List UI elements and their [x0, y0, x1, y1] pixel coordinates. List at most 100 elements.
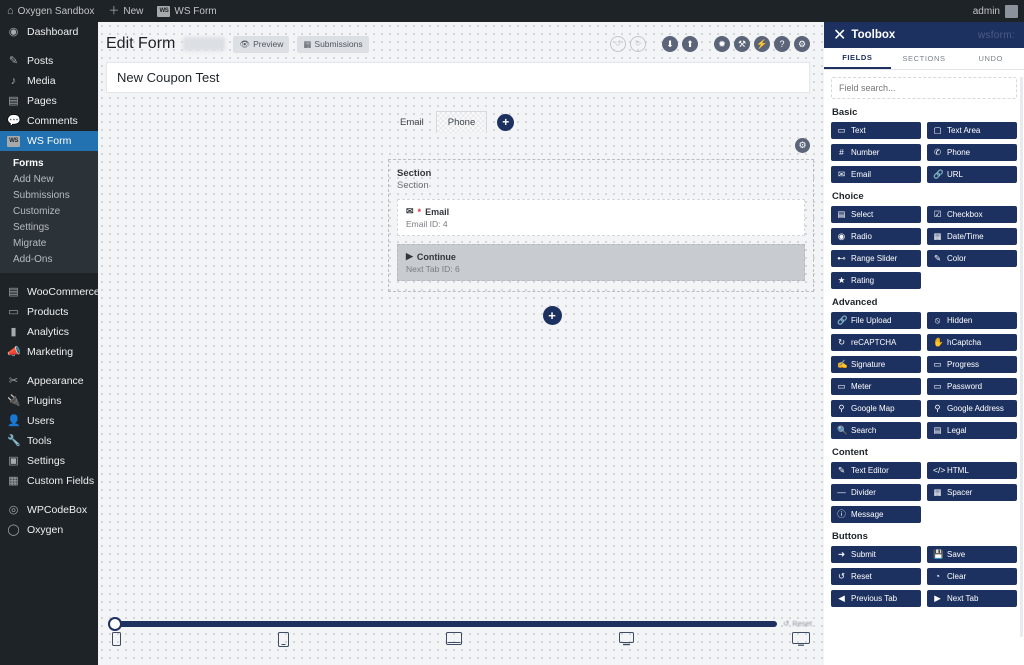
slider-handle[interactable]: [108, 616, 122, 631]
toolbox-field-google-map[interactable]: ⚲ Google Map: [831, 400, 921, 417]
device-desktop-icon[interactable]: [792, 632, 810, 650]
breakpoint-slider[interactable]: [108, 616, 778, 631]
sidebar-item-woocommerce[interactable]: ▤ WooCommerce: [0, 282, 98, 302]
toolbox-scrollbar[interactable]: [1020, 77, 1023, 637]
wp-admin-sidebar[interactable]: ◉ Dashboard ✎ Posts ♪ Media ▤ Pages 💬 Co…: [0, 22, 98, 665]
sidebar-item-users[interactable]: 👤 Users: [0, 411, 98, 431]
form-field-email[interactable]: ✉ * Email Email ID: 4: [397, 199, 805, 236]
sidebar-item-analytics[interactable]: ▮ Analytics: [0, 322, 98, 342]
sidebar-subitem-settings[interactable]: Settings: [0, 219, 98, 235]
toolbox-field-reset[interactable]: ↺ Reset: [831, 568, 921, 585]
submissions-button[interactable]: ▦ Submissions: [297, 35, 369, 53]
undo-icon[interactable]: ↺: [610, 36, 626, 52]
adminbar-new-content[interactable]: ＋ New: [101, 0, 150, 22]
tab-settings-gear-icon[interactable]: ⚙: [795, 138, 810, 153]
toolbox-tab-fields[interactable]: FIELDS: [824, 48, 891, 69]
export-icon[interactable]: ⬆: [682, 36, 698, 52]
sidebar-subitem-forms[interactable]: Forms: [0, 155, 98, 171]
form-title-field[interactable]: New Coupon Test: [106, 62, 810, 93]
toolbox-field-spacer[interactable]: ▦ Spacer: [927, 484, 1017, 501]
sidebar-item-posts[interactable]: ✎ Posts: [0, 51, 98, 71]
toolbox-field-message[interactable]: ⓘ Message: [831, 506, 921, 523]
form-tab-phone[interactable]: Phone: [435, 111, 488, 133]
sidebar-item-pages[interactable]: ▤ Pages: [0, 91, 98, 111]
redo-icon[interactable]: ↻: [630, 36, 646, 52]
toolbox-field-color[interactable]: ✎ Color: [927, 250, 1017, 267]
device-mobile-icon[interactable]: [112, 632, 121, 650]
form-field-continue[interactable]: ▶ Continue Next Tab ID: 6: [397, 244, 805, 281]
sidebar-subitem-add-ons[interactable]: Add-Ons: [0, 251, 98, 267]
preview-button[interactable]: 👁 Preview: [233, 35, 290, 53]
conditional-logic-icon[interactable]: ⚡: [754, 36, 770, 52]
toolbox-tab-sections[interactable]: SECTIONS: [891, 48, 958, 69]
toolbox-field-text-editor[interactable]: ✎ Text Editor: [831, 462, 921, 479]
toolbox-field-file-upload[interactable]: 🔗 File Upload: [831, 312, 921, 329]
device-mobile-large-icon[interactable]: [277, 632, 289, 651]
import-icon[interactable]: ⬇: [662, 36, 678, 52]
sidebar-item-comments[interactable]: 💬 Comments: [0, 111, 98, 131]
toolbox-field-previous-tab[interactable]: ◀ Previous Tab: [831, 590, 921, 607]
toolbox-field-hcaptcha[interactable]: ✋ hCaptcha: [927, 334, 1017, 351]
actions-icon[interactable]: ✹: [714, 36, 730, 52]
toolbox-field-radio[interactable]: ◉ Radio: [831, 228, 921, 245]
form-settings-icon[interactable]: ⚙: [794, 36, 810, 52]
add-tab-button[interactable]: +: [497, 113, 515, 131]
toolbox-field-legal[interactable]: ▤ Legal: [927, 422, 1017, 439]
toolbox-field-next-tab[interactable]: ▶ Next Tab: [927, 590, 1017, 607]
sidebar-item-media[interactable]: ♪ Media: [0, 71, 98, 91]
form-section[interactable]: Section Section ✉ * Email Email ID: 4 ▶ …: [388, 159, 814, 292]
field-search-input[interactable]: [831, 77, 1017, 99]
toolbox-field-save[interactable]: 💾 Save: [927, 546, 1017, 563]
adminbar-account[interactable]: admin: [973, 4, 1024, 18]
toolbox-field-google-address[interactable]: ⚲ Google Address: [927, 400, 1017, 417]
toolbox-tab-undo[interactable]: UNDO: [957, 48, 1024, 69]
sidebar-item-oxygen[interactable]: ◯ Oxygen: [0, 520, 98, 540]
help-icon[interactable]: ?: [774, 36, 790, 52]
sidebar-subitem-submissions[interactable]: Submissions: [0, 187, 98, 203]
adminbar-site-name[interactable]: ⌂ Oxygen Sandbox: [0, 0, 101, 22]
toolbox-field-rating[interactable]: ★ Rating: [831, 272, 921, 289]
sidebar-item-ws-form[interactable]: WS WS Form: [0, 131, 98, 151]
sidebar-item-plugins[interactable]: 🔌 Plugins: [0, 391, 98, 411]
repair-icon[interactable]: ⚒: [734, 36, 750, 52]
device-laptop-icon[interactable]: [618, 632, 635, 650]
sidebar-item-appearance[interactable]: ✂ Appearance: [0, 371, 98, 391]
device-tablet-icon[interactable]: [445, 632, 462, 649]
sidebar-item-custom-fields[interactable]: ▦ Custom Fields: [0, 471, 98, 491]
toolbox-field-text-area[interactable]: ▢ Text Area: [927, 122, 1017, 139]
toolbox-field-signature[interactable]: ✍ Signature: [831, 356, 921, 373]
toolbox-field-number[interactable]: # Number: [831, 144, 921, 161]
toolbox-field-select[interactable]: ▤ Select: [831, 206, 921, 223]
toolbox-field-html[interactable]: </> HTML: [927, 462, 1017, 479]
sidebar-subitem-customize[interactable]: Customize: [0, 203, 98, 219]
sidebar-subitem-migrate[interactable]: Migrate: [0, 235, 98, 251]
toolbox-field-text[interactable]: ▭ Text: [831, 122, 921, 139]
toolbox-field-phone[interactable]: ✆ Phone: [927, 144, 1017, 161]
toolbox-field-progress[interactable]: ▭ Progress: [927, 356, 1017, 373]
toolbox-field-hidden[interactable]: ⦸ Hidden: [927, 312, 1017, 329]
reset-breakpoint-button[interactable]: ↺ Reset: [783, 619, 812, 628]
sidebar-item-settings[interactable]: ▣ Settings: [0, 451, 98, 471]
toolbox-field-divider[interactable]: — Divider: [831, 484, 921, 501]
toolbox-field-checkbox[interactable]: ☑ Checkbox: [927, 206, 1017, 223]
sidebar-item-products[interactable]: ▭ Products: [0, 302, 98, 322]
toolbox-field-email[interactable]: ✉ Email: [831, 166, 921, 183]
sidebar-item-wpcodebox[interactable]: ◎ WPCodeBox: [0, 500, 98, 520]
toolbox-field-url[interactable]: 🔗 URL: [927, 166, 1017, 183]
toolbox-field-date-time[interactable]: ▦ Date/Time: [927, 228, 1017, 245]
toolbox-field-meter[interactable]: ▭ Meter: [831, 378, 921, 395]
toolbox-field-range-slider[interactable]: ⊷ Range Slider: [831, 250, 921, 267]
sidebar-item-dashboard[interactable]: ◉ Dashboard: [0, 22, 98, 42]
toolbox-field-password[interactable]: ▭ Password: [927, 378, 1017, 395]
toolbox-field-search[interactable]: 🔍 Search: [831, 422, 921, 439]
toolbox-field-clear[interactable]: ◔ Clear: [927, 568, 1017, 585]
toolbox-field-recaptcha[interactable]: ↻ reCAPTCHA: [831, 334, 921, 351]
add-section-button[interactable]: +: [542, 306, 562, 325]
toolbox-field-groups: Basic ▭ Text ▢ Text Area # Number ✆ Phone ✉ Email 🔗…: [831, 107, 1017, 607]
sidebar-item-marketing[interactable]: 📣 Marketing: [0, 342, 98, 362]
adminbar-wsform[interactable]: WS WS Form: [150, 0, 223, 22]
form-tab-email[interactable]: Email: [388, 111, 436, 133]
sidebar-subitem-add-new[interactable]: Add New: [0, 171, 98, 187]
toolbox-field-submit[interactable]: ➜ Submit: [831, 546, 921, 563]
sidebar-item-tools[interactable]: 🔧 Tools: [0, 431, 98, 451]
